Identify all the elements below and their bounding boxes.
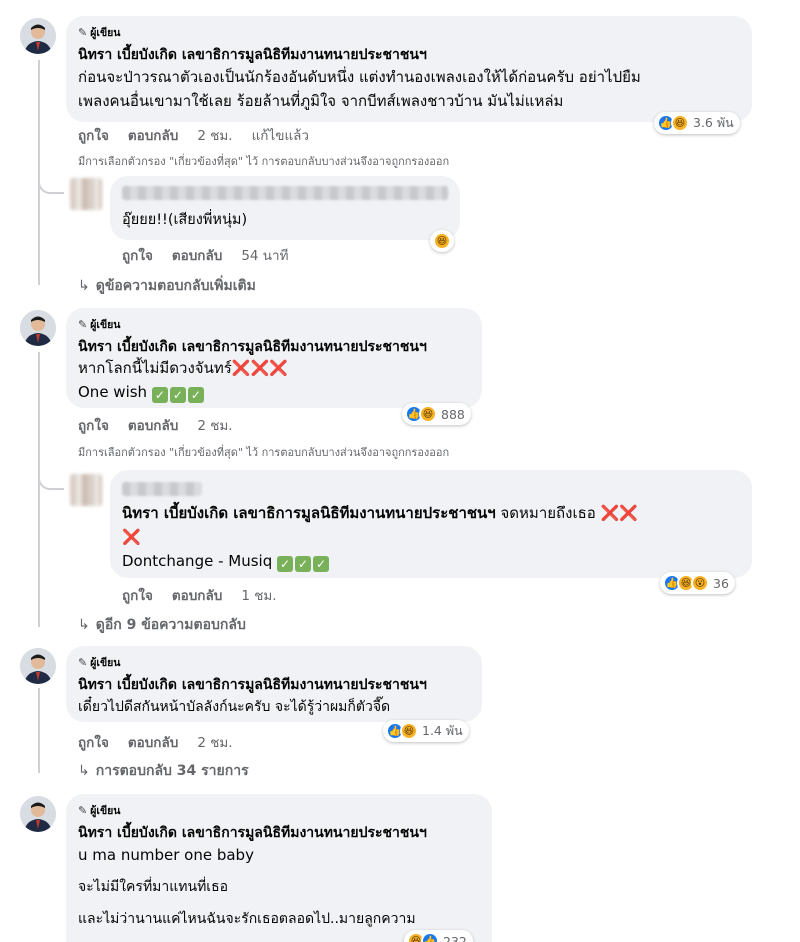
reply-button[interactable]: ตอบกลับ	[128, 418, 178, 434]
check-mark-icon: ✓	[295, 556, 312, 572]
reply-time[interactable]: 54 นาที	[241, 248, 288, 264]
pencil-icon: ✎	[78, 318, 88, 331]
avatar-photo-icon	[20, 310, 56, 346]
thread-line	[38, 352, 40, 627]
reply-arrow-icon: ↳	[78, 278, 90, 294]
like-button[interactable]: ถูกใจ	[122, 588, 153, 604]
avatar[interactable]	[20, 18, 56, 54]
reply-actions: ถูกใจ ตอบกลับ 54 นาที	[122, 244, 308, 266]
reply-actions: ถูกใจ ตอบกลับ 1 ชม.	[122, 584, 296, 606]
view-more-replies[interactable]: ↳ ดูอีก 9 ข้อความตอบกลับ	[78, 614, 246, 636]
check-mark-icon: ✓	[187, 387, 204, 403]
reply-button[interactable]: ตอบกลับ	[128, 735, 178, 751]
cross-mark-icon: ❌	[122, 528, 141, 546]
haha-reaction-icon: 😆	[671, 114, 689, 132]
comment-text-line: One wish ✓ ✓ ✓	[78, 381, 206, 404]
comment-actions: ถูกใจ ตอบกลับ 2 ชม.	[78, 414, 252, 436]
comment-time[interactable]: 2 ชม.	[197, 735, 232, 751]
comment-actions: ถูกใจ ตอบกลับ 2 ชม.	[78, 731, 252, 753]
thread-curve	[38, 170, 64, 194]
reply-arrow-icon: ↳	[78, 617, 90, 633]
view-more-replies[interactable]: ↳ ดูข้อความตอบกลับเพิ่มเติม	[78, 275, 256, 297]
thread-line	[38, 688, 40, 773]
reaction-count: 888	[441, 406, 465, 422]
like-button[interactable]: ถูกใจ	[122, 248, 153, 264]
check-mark-icon: ✓	[277, 556, 294, 572]
reply-button[interactable]: ตอบกลับ	[172, 248, 222, 264]
reaction-summary[interactable]: 👍 😆 😮 36	[660, 572, 735, 594]
reaction-summary[interactable]: 😆	[430, 230, 454, 252]
check-mark-icon: ✓	[169, 387, 186, 403]
reply-avatar[interactable]	[70, 178, 102, 210]
pencil-icon: ✎	[78, 26, 88, 39]
like-reaction-icon: 👍	[421, 932, 439, 942]
haha-reaction-icon: 😆	[419, 405, 437, 423]
thread-curve	[38, 466, 64, 490]
author-badge: ✎ ผู้เขียน	[78, 26, 121, 39]
filter-note: มีการเลือกตัวกรอง "เกี่ยวข้องที่สุด" ไว้…	[78, 446, 450, 459]
reaction-count: 3.6 พัน	[693, 115, 734, 130]
author-badge: ✎ ผู้เขียน	[78, 656, 121, 669]
reaction-summary[interactable]: 👍 😆 1.4 พัน	[383, 720, 469, 742]
reply-button[interactable]: ตอบกลับ	[172, 588, 222, 604]
comment-text-line: และไม่ว่านานแค่ไหนฉันจะรักเธอตลอดไป..มาย…	[78, 911, 416, 927]
avatar-photo-icon	[20, 648, 56, 684]
reply-avatar[interactable]	[70, 474, 102, 506]
comment-text-line: เดี๋ยวไปดีสกันหน้าบัลลังก์นะครับ จะได้รู…	[78, 699, 391, 715]
comment-text-line: เพลงคนอื่นเขามาใช้เลย ร้อยล้านที่ภูมิใจ …	[78, 92, 564, 110]
filter-note: มีการเลือกตัวกรอง "เกี่ยวข้องที่สุด" ไว้…	[78, 155, 450, 168]
comment-author[interactable]: นิทรา เบี้ยบังเกิด เลขาธิการมูลนิธิทีมงา…	[78, 674, 427, 696]
comment-time[interactable]: 2 ชม.	[197, 128, 232, 144]
like-button[interactable]: ถูกใจ	[78, 128, 109, 144]
comment-text-line: จะไม่มีใครที่มาแทนที่เธอ	[78, 879, 229, 895]
cross-mark-icon: ❌❌	[600, 504, 638, 522]
reply-button[interactable]: ตอบกลับ	[128, 128, 178, 144]
reaction-count: 1.4 พัน	[422, 723, 463, 738]
wow-reaction-icon: 😮	[691, 574, 709, 592]
reaction-summary[interactable]: 👍 😆 3.6 พัน	[654, 112, 740, 134]
comment-author[interactable]: นิทรา เบี้ยบังเกิด เลขาธิการมูลนิธิทีมงา…	[78, 822, 427, 844]
avatar-photo-icon	[20, 18, 56, 54]
reply-text-line: Dontchange - Musiq ✓ ✓ ✓	[122, 550, 331, 573]
redacted-author-name	[122, 482, 202, 496]
like-button[interactable]: ถูกใจ	[78, 735, 109, 751]
haha-reaction-icon: 😆	[400, 722, 418, 740]
avatar[interactable]	[20, 648, 56, 684]
reaction-count: 36	[713, 575, 729, 591]
tagged-author[interactable]: นิทรา เบี้ยบังเกิด เลขาธิการมูลนิธิทีมงา…	[122, 504, 496, 522]
like-button[interactable]: ถูกใจ	[78, 418, 109, 434]
reply-text-line: นิทรา เบี้ยบังเกิด เลขาธิการมูลนิธิทีมงา…	[122, 504, 638, 522]
reply-time[interactable]: 1 ชม.	[241, 588, 276, 604]
pencil-icon: ✎	[78, 656, 88, 669]
pencil-icon: ✎	[78, 804, 88, 817]
avatar[interactable]	[20, 310, 56, 346]
avatar[interactable]	[20, 796, 56, 832]
author-badge: ✎ ผู้เขียน	[78, 318, 121, 331]
check-mark-icon: ✓	[313, 556, 330, 572]
view-replies[interactable]: ↳ การตอบกลับ 34 รายการ	[78, 760, 249, 782]
reaction-count: 232	[443, 933, 467, 942]
author-badge: ✎ ผู้เขียน	[78, 804, 121, 817]
reply-text-line: ❌	[122, 526, 141, 549]
reaction-summary[interactable]: 😆 👍 232	[404, 930, 473, 942]
avatar-photo-icon	[20, 796, 56, 832]
comment-actions: ถูกใจ ตอบกลับ 2 ชม. แก้ไขแล้ว	[78, 124, 328, 146]
check-mark-icon: ✓	[151, 387, 168, 403]
comment-author[interactable]: นิทรา เบี้ยบังเกิด เลขาธิการมูลนิธิทีมงา…	[78, 44, 427, 66]
edited-label[interactable]: แก้ไขแล้ว	[252, 128, 309, 144]
comment-text-line: ก่อนจะป่าวรณาตัวเองเป็นนักร้องอันดับหนึ่…	[78, 68, 641, 86]
comment-author[interactable]: นิทรา เบี้ยบังเกิด เลขาธิการมูลนิธิทีมงา…	[78, 336, 427, 358]
comment-text-line: u ma number one baby	[78, 846, 254, 864]
comment-text-line: หากโลกนี้ไม่มีดวงจันทร์❌❌❌	[78, 359, 288, 377]
reaction-summary[interactable]: 👍 😆 888	[402, 403, 471, 425]
haha-reaction-icon: 😆	[433, 232, 451, 250]
redacted-author-name	[122, 186, 448, 200]
cross-mark-icon: ❌❌❌	[231, 359, 288, 377]
reply-arrow-icon: ↳	[78, 763, 90, 779]
reply-text: อุ๊ยยย!!(เสียงพี่หนุ่ม)	[122, 212, 248, 228]
comment-time[interactable]: 2 ชม.	[197, 418, 232, 434]
